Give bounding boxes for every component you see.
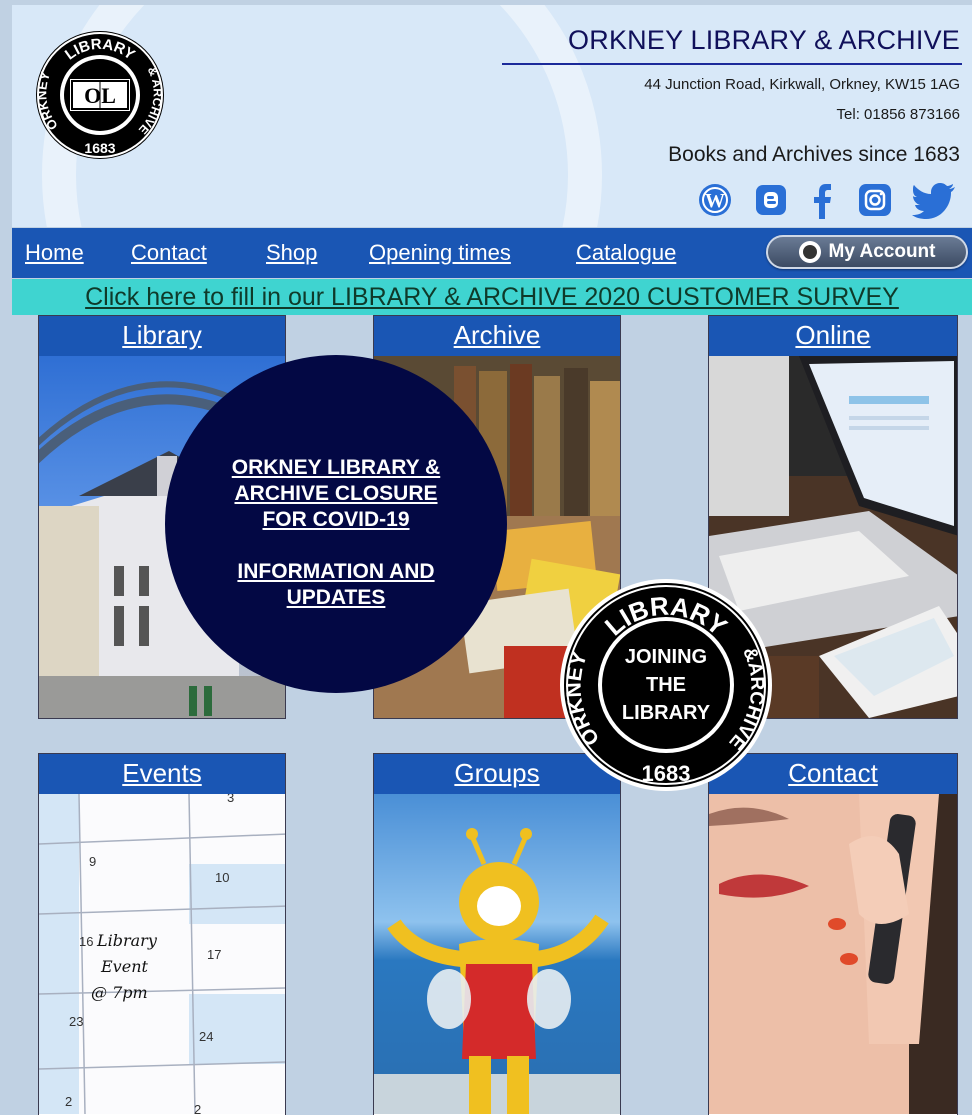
calendar-day: 9 [89, 854, 96, 869]
tile-groups[interactable]: Groups [373, 753, 621, 1115]
facebook-icon[interactable] [808, 183, 836, 219]
contact-phone-image [709, 794, 957, 1114]
covid-line: INFORMATION AND [237, 560, 435, 583]
events-calendar-image: 3 9 10 16 17 23 24 2 2 Library Event @ 7… [39, 794, 285, 1114]
title-divider [502, 63, 962, 65]
calendar-note: Library [96, 931, 158, 950]
tile-online-title[interactable]: Online [709, 316, 957, 356]
nav-home[interactable]: Home [25, 240, 84, 266]
instagram-icon[interactable] [858, 183, 892, 217]
tile-events-title[interactable]: Events [39, 754, 285, 794]
tile-events[interactable]: Events 3 9 10 16 17 23 24 2 2 Library Ev… [38, 753, 286, 1115]
logo-monogram: OL [84, 83, 116, 108]
wordpress-icon[interactable]: W [698, 183, 732, 217]
my-account-label: My Account [828, 241, 936, 262]
covid-info-link[interactable]: ORKNEY LIBRARY & ARCHIVE CLOSURE FOR COV… [165, 355, 507, 693]
calendar-note: @ 7pm [91, 983, 148, 1002]
site-header: OL LIBRARY ORKNEY & ARCHIVE 1683 ORKNEY … [12, 5, 972, 227]
twitter-icon[interactable] [912, 183, 956, 219]
covid-line: ORKNEY LIBRARY & [231, 456, 441, 479]
covid-line: UPDATES [286, 586, 386, 609]
tagline: Books and Archives since 1683 [668, 143, 960, 166]
covid-line: ARCHIVE CLOSURE [234, 482, 438, 505]
calendar-day: 2 [194, 1102, 201, 1114]
nav-opening-times[interactable]: Opening times [369, 240, 511, 266]
main-nav: Home Contact Shop Opening times Catalogu… [12, 228, 972, 278]
nav-contact[interactable]: Contact [131, 240, 207, 266]
my-account-button[interactable]: My Account [766, 235, 968, 269]
covid-line: FOR COVID-19 [262, 508, 410, 531]
calendar-day: 3 [227, 794, 234, 805]
covid-spacer [165, 533, 507, 559]
svg-text:W: W [705, 190, 725, 212]
calendar-day: 2 [65, 1094, 72, 1109]
address: 44 Junction Road, Kirkwall, Orkney, KW15… [644, 76, 960, 93]
blogger-icon[interactable] [754, 183, 788, 217]
groups-mascot-image [374, 794, 620, 1114]
tile-library-title[interactable]: Library [39, 316, 285, 356]
logo-year: 1683 [84, 140, 115, 156]
calendar-day: 24 [199, 1029, 213, 1044]
joining-line: JOINING [625, 646, 707, 668]
site-logo[interactable]: OL LIBRARY ORKNEY & ARCHIVE 1683 [32, 19, 168, 171]
telephone: Tel: 01856 873166 [836, 106, 960, 123]
calendar-day: 17 [207, 947, 221, 962]
calendar-day: 23 [69, 1014, 83, 1029]
tile-archive-title[interactable]: Archive [374, 316, 620, 356]
joining-the-library-badge[interactable]: LIBRARY ORKNEY &ARCHIVE JOINING THE LIBR… [558, 577, 774, 793]
nav-catalogue[interactable]: Catalogue [576, 240, 676, 266]
calendar-day: 10 [215, 870, 229, 885]
joining-line: LIBRARY [622, 702, 711, 724]
joining-line: THE [646, 674, 686, 696]
survey-banner-link[interactable]: Click here to fill in our LIBRARY & ARCH… [12, 279, 972, 315]
nav-shop[interactable]: Shop [266, 240, 317, 266]
account-icon [798, 241, 821, 263]
site-title: ORKNEY LIBRARY & ARCHIVE [568, 25, 960, 55]
calendar-day: 16 [79, 934, 93, 949]
tile-contact[interactable]: Contact [708, 753, 958, 1115]
joining-year: 1683 [642, 761, 691, 786]
calendar-note: Event [100, 957, 148, 976]
